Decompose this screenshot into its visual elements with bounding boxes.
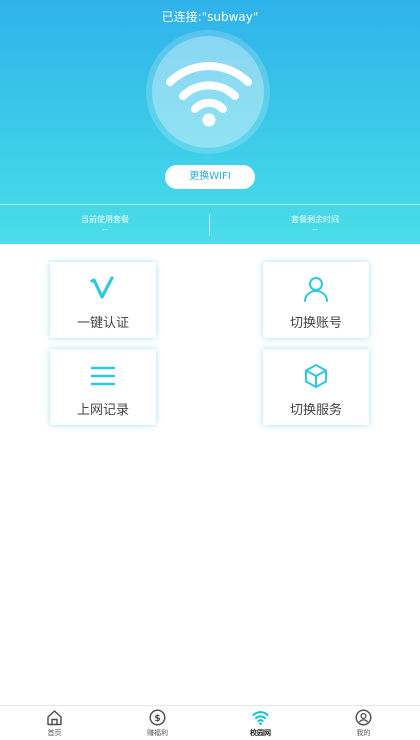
- plan-stats: 当前使用套餐 -- 套餐剩余时间 --: [0, 204, 420, 245]
- tab-campus-network[interactable]: 校园网: [208, 706, 313, 740]
- bottom-tab-bar: 首页 $ 赚福利 校园网 我的: [0, 705, 420, 740]
- current-plan-stat: 当前使用套餐 --: [0, 205, 210, 235]
- connection-title: 已连接:"subway": [161, 10, 259, 24]
- switch-service-label: 切换服务: [289, 403, 342, 418]
- internet-records-label: 上网记录: [76, 403, 129, 418]
- one-click-auth-card[interactable]: 一键认证: [50, 262, 156, 338]
- profile-icon: [355, 709, 372, 726]
- tab-earn-rewards[interactable]: $ 赚福利: [105, 706, 210, 740]
- cube-icon: [305, 364, 327, 388]
- wifi-icon: [252, 711, 269, 725]
- switch-account-label: 切换账号: [289, 316, 342, 331]
- remaining-time-stat: 套餐剩余时间 --: [210, 205, 420, 235]
- tab-earn-rewards-label: 赚福利: [147, 729, 168, 737]
- home-icon: [47, 710, 62, 726]
- coin-icon: $: [149, 709, 166, 726]
- wifi-icon: [166, 62, 252, 127]
- internet-records-card[interactable]: 上网记录: [50, 349, 156, 425]
- remaining-time-value: --: [312, 225, 318, 234]
- tab-home[interactable]: 首页: [2, 706, 107, 740]
- v-check-icon: [90, 276, 114, 299]
- tab-profile-label: 我的: [356, 729, 371, 737]
- current-plan-label: 当前使用套餐: [81, 215, 129, 224]
- list-icon: [90, 366, 116, 386]
- tab-home-label: 首页: [47, 729, 62, 737]
- user-icon: [304, 277, 328, 302]
- one-click-auth-label: 一键认证: [76, 316, 129, 331]
- switch-account-card[interactable]: 切换账号: [263, 262, 369, 338]
- tab-profile[interactable]: 我的: [311, 706, 416, 740]
- switch-service-card[interactable]: 切换服务: [263, 349, 369, 425]
- current-plan-value: --: [102, 225, 108, 234]
- switch-wifi-button[interactable]: 更换WIFI: [165, 165, 255, 189]
- svg-text:$: $: [154, 714, 160, 724]
- remaining-time-label: 套餐剩余时间: [291, 215, 339, 224]
- tab-campus-network-label: 校园网: [250, 729, 271, 737]
- header: 已连接:"subway" 更换WIFI 当前使用套餐 -- 套餐剩余时间 --: [0, 0, 420, 244]
